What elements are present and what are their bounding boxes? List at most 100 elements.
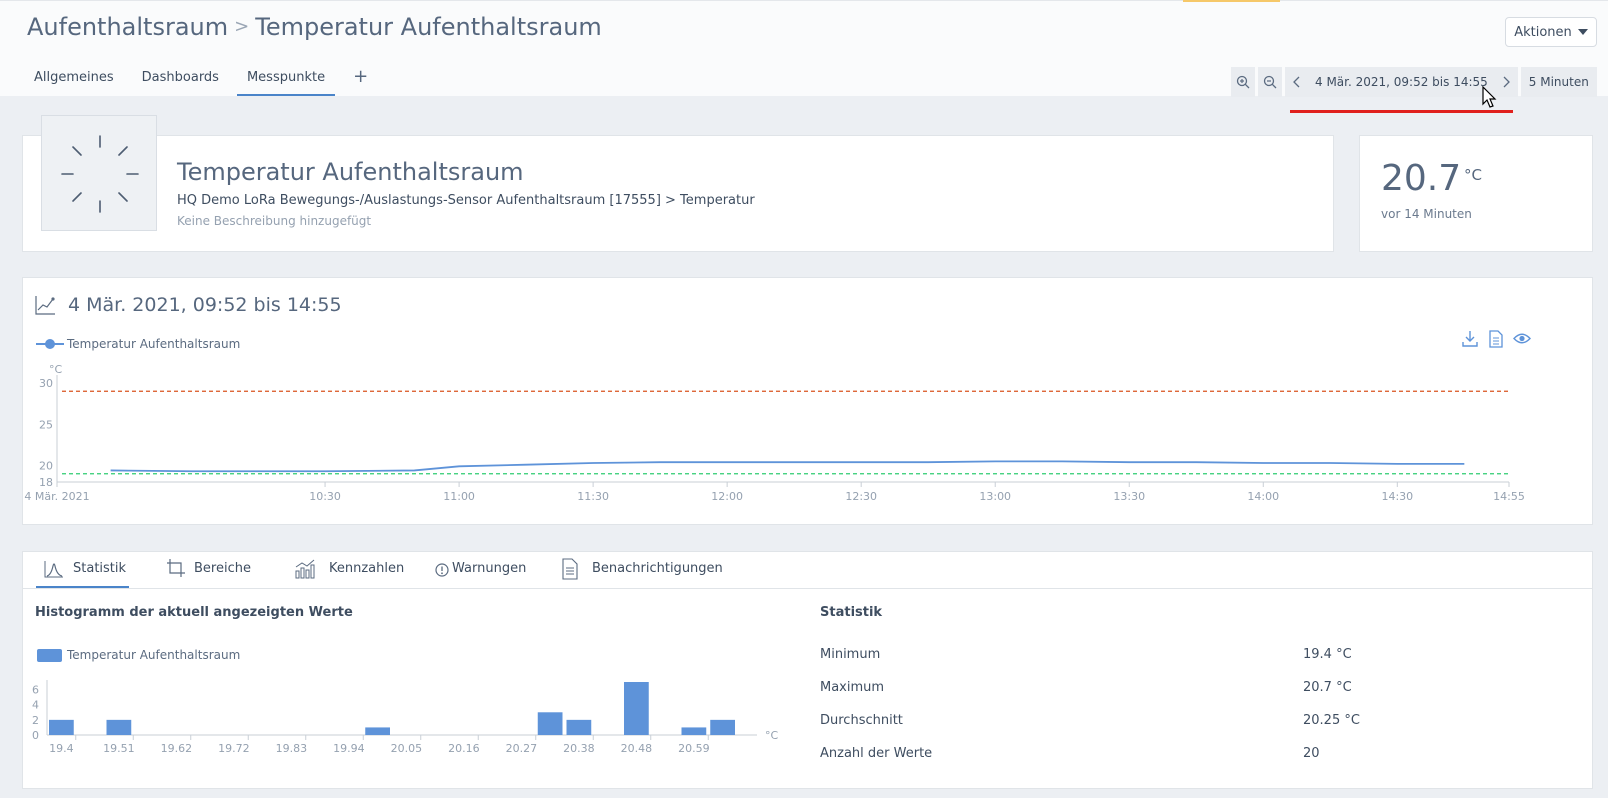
download-icon[interactable] xyxy=(1462,330,1478,348)
tab-dashboards[interactable]: Dashboards xyxy=(132,64,229,96)
x-tick-label-8: 14:00 xyxy=(1247,490,1279,503)
red-underline-annotation xyxy=(1290,110,1513,113)
temperature-line-chart[interactable]: °C 18 20 25 30 4 Mär. 2021 10:30 11:00 11:30 12:0… xyxy=(22,355,1593,525)
caret-down-icon xyxy=(1577,29,1588,35)
time-range-label[interactable]: 4 Mär. 2021, 09:52 bis 14:55 xyxy=(1315,75,1488,89)
tab-kennzahlen[interactable]: Kennzahlen xyxy=(329,561,404,576)
bottom-tab-bar xyxy=(22,551,1593,589)
eye-icon[interactable] xyxy=(1513,332,1531,345)
hist-y-tick-2: 4 xyxy=(32,699,39,712)
series-legend-label[interactable]: Temperatur Aufenthaltsraum xyxy=(67,337,240,351)
warning-icon xyxy=(435,563,449,577)
current-unit: °C xyxy=(1464,166,1482,184)
x-tick-label-9: 14:30 xyxy=(1381,490,1413,503)
loading-spinner-box xyxy=(41,115,157,231)
active-tab-indicator xyxy=(36,586,129,588)
hist-x-unit: °C xyxy=(765,729,779,742)
time-toolbar: 4 Mär. 2021, 09:52 bis 14:55 5 Minuten xyxy=(1231,67,1597,97)
y-axis-unit: °C xyxy=(49,363,63,376)
hist-x-tick-11: 20.59 xyxy=(678,742,710,755)
zoom-in-button[interactable] xyxy=(1231,67,1255,97)
zoom-in-icon xyxy=(1236,75,1250,89)
x-tick-label-6: 13:00 xyxy=(979,490,1011,503)
bar-chart-icon xyxy=(295,559,315,579)
breadcrumb-separator: > xyxy=(234,16,250,37)
tab-messpunkte[interactable]: Messpunkte xyxy=(236,64,336,96)
y-tick-label-2: 25 xyxy=(39,418,53,431)
line-chart-icon xyxy=(35,296,55,315)
tab-statistik[interactable]: Statistik xyxy=(73,561,126,576)
breadcrumb-parent[interactable]: Aufenthaltsraum xyxy=(27,13,228,41)
series-line-temperatur xyxy=(110,460,1465,473)
hist-x-tick-10: 20.48 xyxy=(621,742,653,755)
histogram-legend-label[interactable]: Temperatur Aufenthaltsraum xyxy=(67,648,240,662)
hist-x-tick-0: 19.4 xyxy=(49,742,74,755)
stat-value-maximum: 20.7 °C xyxy=(1303,680,1352,695)
x-tick-label-2: 11:00 xyxy=(443,490,475,503)
statistics-title: Statistik xyxy=(820,605,883,620)
histogram-legend-swatch xyxy=(37,649,62,662)
zoom-out-icon xyxy=(1263,75,1277,89)
chart-title: 4 Mär. 2021, 09:52 bis 14:55 xyxy=(68,294,342,316)
stat-label-count: Anzahl der Werte xyxy=(820,746,933,761)
y-tick-label-3: 30 xyxy=(39,377,53,390)
histogram-title: Histogramm der aktuell angezeigten Werte xyxy=(35,605,353,620)
hist-x-tick-6: 20.05 xyxy=(391,742,423,755)
document-icon[interactable] xyxy=(1489,330,1503,348)
hist-bar-22 xyxy=(681,727,707,735)
tab-benachrichtigungen[interactable]: Benachrichtigungen xyxy=(592,561,723,576)
hist-bar-17 xyxy=(537,712,563,735)
x-tick-label-0: 4 Mär. 2021 xyxy=(24,490,89,503)
stat-label-average: Durchschnitt xyxy=(820,713,903,728)
hist-bar-2 xyxy=(106,719,132,735)
interval-selector[interactable]: 5 Minuten xyxy=(1520,67,1597,97)
measurement-description: Keine Beschreibung hinzugefügt xyxy=(177,214,372,228)
stat-value-average: 20.25 °C xyxy=(1303,713,1360,728)
hist-bar-0 xyxy=(49,719,74,735)
stat-label-minimum: Minimum xyxy=(820,647,881,662)
series-legend-marker xyxy=(36,339,64,349)
tab-warnungen[interactable]: Warnungen xyxy=(452,561,526,576)
actions-button[interactable]: Aktionen xyxy=(1505,17,1597,47)
hist-y-tick-0: 0 xyxy=(32,729,39,742)
hist-x-tick-3: 19.72 xyxy=(218,742,250,755)
hist-x-tick-7: 20.16 xyxy=(448,742,480,755)
notification-document-icon xyxy=(562,558,578,580)
tab-bereiche[interactable]: Bereiche xyxy=(194,561,251,576)
bell-curve-icon xyxy=(44,561,63,578)
hist-x-tick-8: 20.27 xyxy=(506,742,538,755)
x-tick-label-7: 13:30 xyxy=(1113,490,1145,503)
hist-y-tick-3: 6 xyxy=(32,684,39,697)
x-tick-label-4: 12:00 xyxy=(711,490,743,503)
hist-x-tick-1: 19.51 xyxy=(103,742,135,755)
x-tick-label-10: 14:55 xyxy=(1493,490,1525,503)
y-tick-label-0: 18 xyxy=(39,476,53,489)
x-tick-label-1: 10:30 xyxy=(309,490,341,503)
stat-label-maximum: Maximum xyxy=(820,680,885,695)
mouse-cursor-icon xyxy=(1482,86,1497,108)
crop-icon xyxy=(167,559,185,577)
breadcrumb: Aufenthaltsraum > Temperatur Aufenthaltsra… xyxy=(27,13,602,41)
hist-x-tick-5: 19.94 xyxy=(333,742,365,755)
hist-bar-20 xyxy=(624,682,649,735)
chevron-left-icon[interactable] xyxy=(1293,76,1301,88)
stat-value-count: 20 xyxy=(1303,746,1320,761)
hist-y-tick-1: 2 xyxy=(32,714,39,727)
current-value: 20.7 xyxy=(1381,158,1462,199)
histogram-chart[interactable]: 0 2 4 6 19.4 19.51 19.62 19.72 19.83 19.94 20.05 20… xyxy=(22,680,802,785)
tab-allgemeines[interactable]: Allgemeines xyxy=(24,64,124,96)
measurement-path[interactable]: HQ Demo LoRa Bewegungs-/Auslastungs-Sens… xyxy=(177,193,755,208)
add-tab-button[interactable]: + xyxy=(343,64,378,96)
main-tabs: Allgemeines Dashboards Messpunkte + xyxy=(24,64,386,96)
y-tick-label-1: 20 xyxy=(39,460,53,473)
actions-label: Aktionen xyxy=(1514,24,1572,40)
hist-x-tick-4: 19.83 xyxy=(276,742,308,755)
stat-value-minimum: 19.4 °C xyxy=(1303,647,1352,662)
x-tick-label-3: 11:30 xyxy=(577,490,609,503)
chevron-right-icon[interactable] xyxy=(1502,76,1510,88)
interval-label: 5 Minuten xyxy=(1528,75,1589,89)
zoom-out-button[interactable] xyxy=(1258,67,1282,97)
breadcrumb-current: Temperatur Aufenthaltsraum xyxy=(255,13,602,41)
hist-bar-11 xyxy=(365,727,390,735)
x-tick-label-5: 12:30 xyxy=(845,490,877,503)
